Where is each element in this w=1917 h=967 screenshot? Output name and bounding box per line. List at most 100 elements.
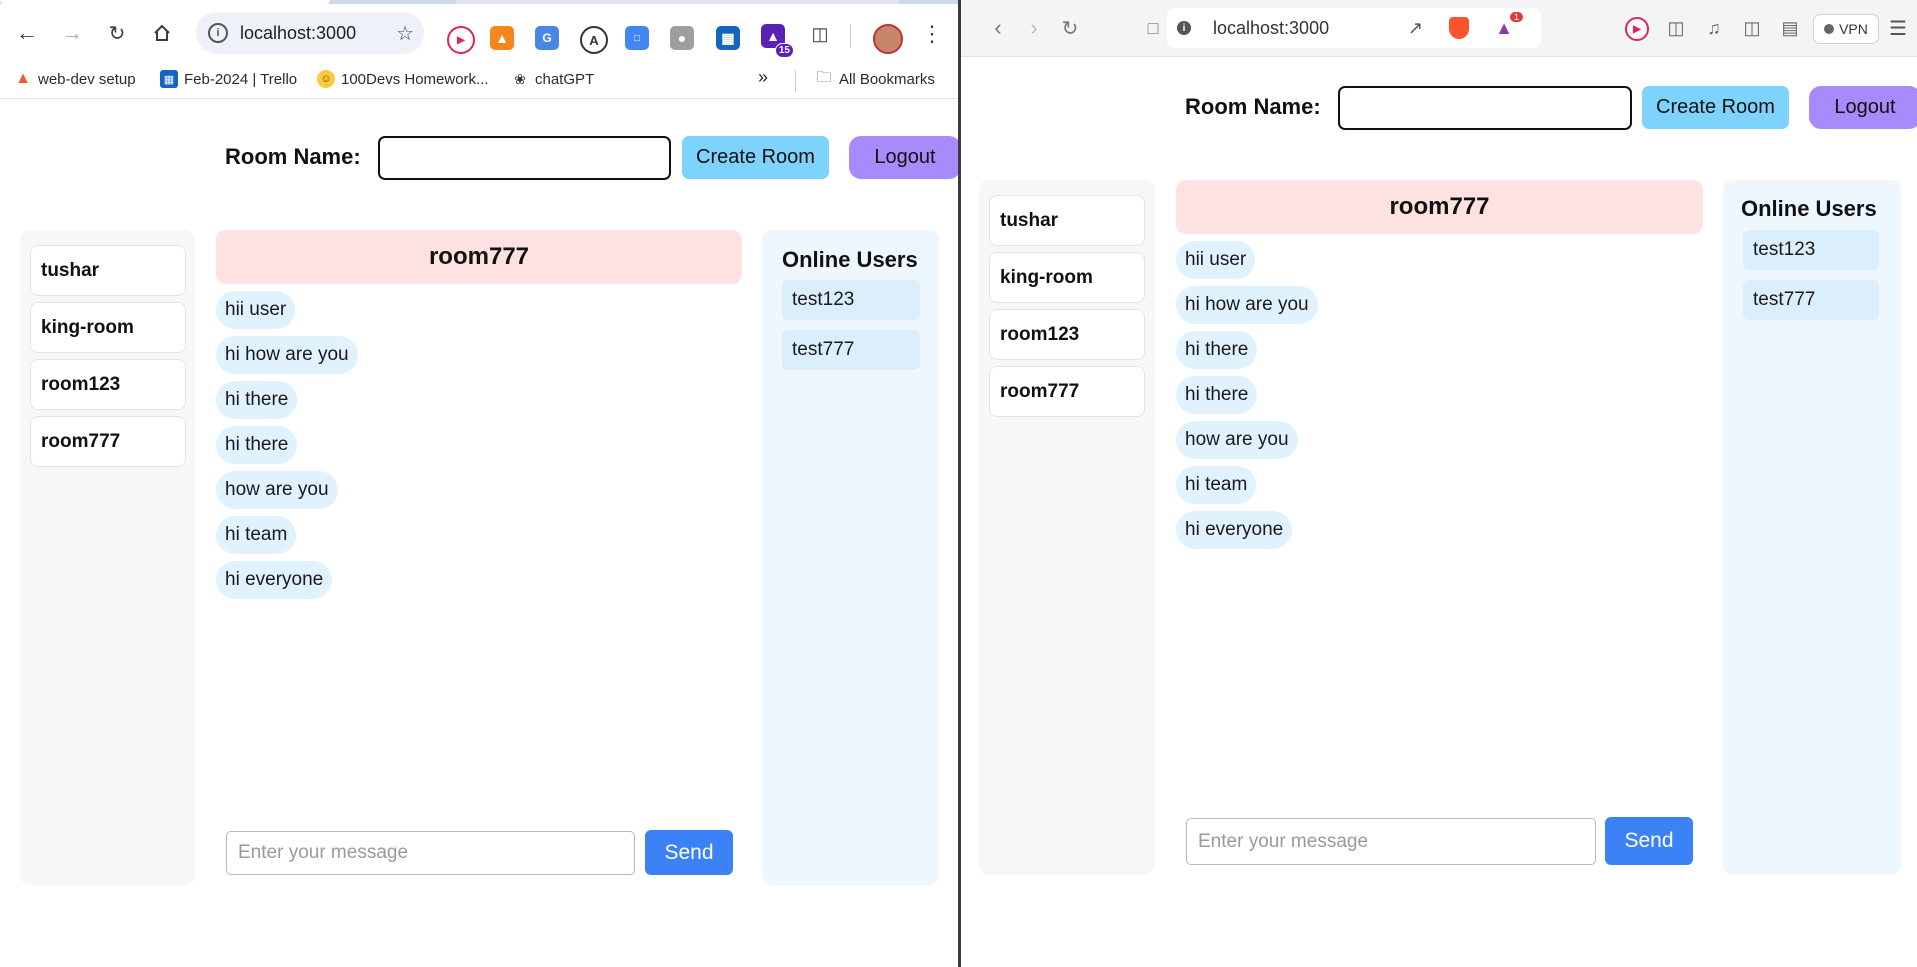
logout-button[interactable]: Logout (1809, 86, 1917, 129)
message-bubble: hi team (216, 516, 297, 554)
room-name-input[interactable] (378, 136, 671, 180)
message-input[interactable] (1186, 818, 1596, 865)
create-room-button[interactable]: Create Room (682, 136, 829, 179)
message-bubble: hi how are you (216, 336, 358, 374)
room-item-room123[interactable]: room123 (989, 309, 1145, 360)
message-bubble: hii user (216, 291, 296, 329)
bookmarks-bar: ▲ web-dev setup ▦ Feb-2024 | Trello ☺ 10… (0, 62, 958, 99)
all-bookmarks-button[interactable]: 🗀 All Bookmarks (815, 69, 935, 88)
wallet-icon[interactable]: ▤ (1773, 11, 1807, 45)
room-item-room777[interactable]: room777 (989, 366, 1145, 417)
bookmark-star-icon[interactable]: ☆ (396, 21, 414, 46)
folder-icon: 🗀 (815, 69, 833, 88)
extension-badge: 15 (774, 43, 794, 58)
online-users-title: Online Users (1741, 196, 1877, 221)
toolbar-divider (850, 24, 851, 48)
left-browser-window: ← → ↻ i localhost:3000 ☆ ▶ ▲ G A □ ● ▦ ▲… (0, 0, 958, 967)
vpn-status-icon (1824, 24, 1835, 34)
browser-toolbar: ← → ↻ i localhost:3000 ☆ ▶ ▲ G A □ ● ▦ ▲… (0, 4, 958, 62)
room-item-king-room[interactable]: king-room (989, 252, 1145, 303)
message-bubble: hi everyone (1176, 511, 1293, 549)
extensions-puzzle-icon[interactable]: ◫ (1659, 11, 1693, 45)
profile-avatar[interactable] (873, 24, 903, 54)
flame-icon: ▲ (14, 70, 32, 88)
browser-toolbar: ‹ › ↻ □ i localhost:3000 ↗ ▲ 1 ▶ ◫ ♫ ◫ ▤… (961, 0, 1917, 57)
bookmark-label: Feb-2024 | Trello (184, 70, 298, 88)
bookmark-trello[interactable]: ▦ Feb-2024 | Trello (160, 70, 297, 88)
room-item-room123[interactable]: room123 (30, 359, 186, 410)
online-user-item: test123 (782, 280, 920, 320)
back-icon[interactable]: ‹ (981, 11, 1015, 45)
online-users-panel: Online Users test123 test777 (762, 230, 939, 885)
grammar-extension-icon[interactable]: A (580, 26, 608, 54)
message-input[interactable] (226, 831, 635, 875)
bookmark-web-dev-setup[interactable]: ▲ web-dev setup (14, 70, 136, 88)
message-bubble: how are you (1176, 421, 1298, 459)
online-users-title: Online Users (782, 247, 918, 272)
translate-extension-icon[interactable]: G (535, 26, 559, 50)
bookmark-100devs[interactable]: ☺ 100Devs Homework... (317, 70, 489, 88)
reload-icon[interactable]: ↻ (1053, 11, 1087, 45)
address-bar[interactable]: i localhost:3000 ↗ ▲ 1 (1167, 8, 1541, 48)
message-bubble: hi there (216, 381, 298, 419)
screen-recorder-extension-icon[interactable]: ▶ (1625, 17, 1649, 41)
online-user-item: test123 (1743, 230, 1879, 270)
send-button[interactable]: Send (1605, 817, 1693, 865)
create-room-button[interactable]: Create Room (1642, 86, 1789, 129)
share-icon[interactable]: ↗ (1408, 18, 1423, 39)
forward-icon[interactable]: › (1017, 11, 1051, 45)
bookmark-chatgpt[interactable]: ❀ chatGPT (511, 70, 594, 88)
home-icon[interactable] (145, 16, 179, 50)
browser-menu-icon[interactable]: ☰ (1881, 11, 1915, 45)
clipboard-extension-icon[interactable]: □ (625, 26, 649, 50)
vpn-label: VPN (1839, 21, 1868, 37)
bookmark-icon[interactable]: □ (1136, 11, 1170, 45)
brave-shields-icon[interactable] (1449, 17, 1469, 39)
brave-rewards-icon[interactable]: ▲ 1 (1495, 11, 1523, 39)
extensions-puzzle-icon[interactable]: ◫ (803, 17, 837, 51)
message-bubble: hi team (1176, 466, 1257, 504)
course-extension-icon[interactable]: ▲ 15 (761, 24, 794, 58)
logout-button[interactable]: Logout (849, 136, 958, 179)
message-bubble: how are you (216, 471, 338, 509)
screen-recorder-extension-icon[interactable]: ▶ (447, 26, 475, 54)
room-name-input[interactable] (1338, 86, 1632, 130)
message-bubble: hii user (1176, 241, 1256, 279)
bookmark-label: 100Devs Homework... (341, 70, 489, 88)
vpn-button[interactable]: VPN (1813, 14, 1879, 44)
room-name-label: Room Name: (1185, 94, 1321, 119)
sidebar-toggle-icon[interactable]: ◫ (1735, 11, 1769, 45)
browser-menu-icon[interactable]: ⋮ (915, 17, 949, 51)
profile-extension-icon[interactable]: ● (670, 26, 694, 50)
bookmark-label: chatGPT (535, 70, 595, 88)
send-button[interactable]: Send (645, 830, 733, 875)
room-item-king-room[interactable]: king-room (30, 302, 186, 353)
music-icon[interactable]: ♫ (1697, 11, 1731, 45)
url-text: localhost:3000 (240, 22, 357, 43)
message-bubble: hi there (216, 426, 298, 464)
online-user-item: test777 (782, 330, 920, 370)
online-users-panel: Online Users test123 test777 (1723, 180, 1901, 875)
message-bubble: hi everyone (216, 561, 333, 599)
room-item-room777[interactable]: room777 (30, 416, 186, 467)
back-icon[interactable]: ← (10, 16, 44, 50)
room-item-tushar[interactable]: tushar (989, 195, 1145, 246)
forward-icon[interactable]: → (55, 16, 89, 50)
site-info-icon[interactable]: i (1177, 21, 1191, 35)
address-bar[interactable]: i localhost:3000 ☆ (196, 12, 424, 54)
message-bubble: hi there (1176, 331, 1258, 369)
room-item-tushar[interactable]: tushar (30, 245, 186, 296)
bookmarks-divider (795, 70, 796, 92)
site-info-icon[interactable]: i (208, 23, 228, 43)
trello-extension-icon[interactable]: ▦ (716, 26, 740, 50)
rooms-sidebar: tushar king-room room123 room777 (979, 180, 1155, 875)
rooms-sidebar: tushar king-room room123 room777 (20, 230, 195, 885)
online-user-item: test777 (1743, 280, 1879, 320)
right-browser-window: ‹ › ↻ □ i localhost:3000 ↗ ▲ 1 ▶ ◫ ♫ ◫ ▤… (961, 0, 1917, 967)
more-bookmarks-chevron-icon[interactable]: » (758, 67, 768, 88)
room-name-label: Room Name: (225, 144, 361, 169)
chatgpt-icon: ❀ (511, 70, 529, 88)
metamask-extension-icon[interactable]: ▲ (490, 26, 514, 50)
reload-icon[interactable]: ↻ (100, 16, 134, 50)
smiley-icon: ☺ (317, 70, 335, 88)
